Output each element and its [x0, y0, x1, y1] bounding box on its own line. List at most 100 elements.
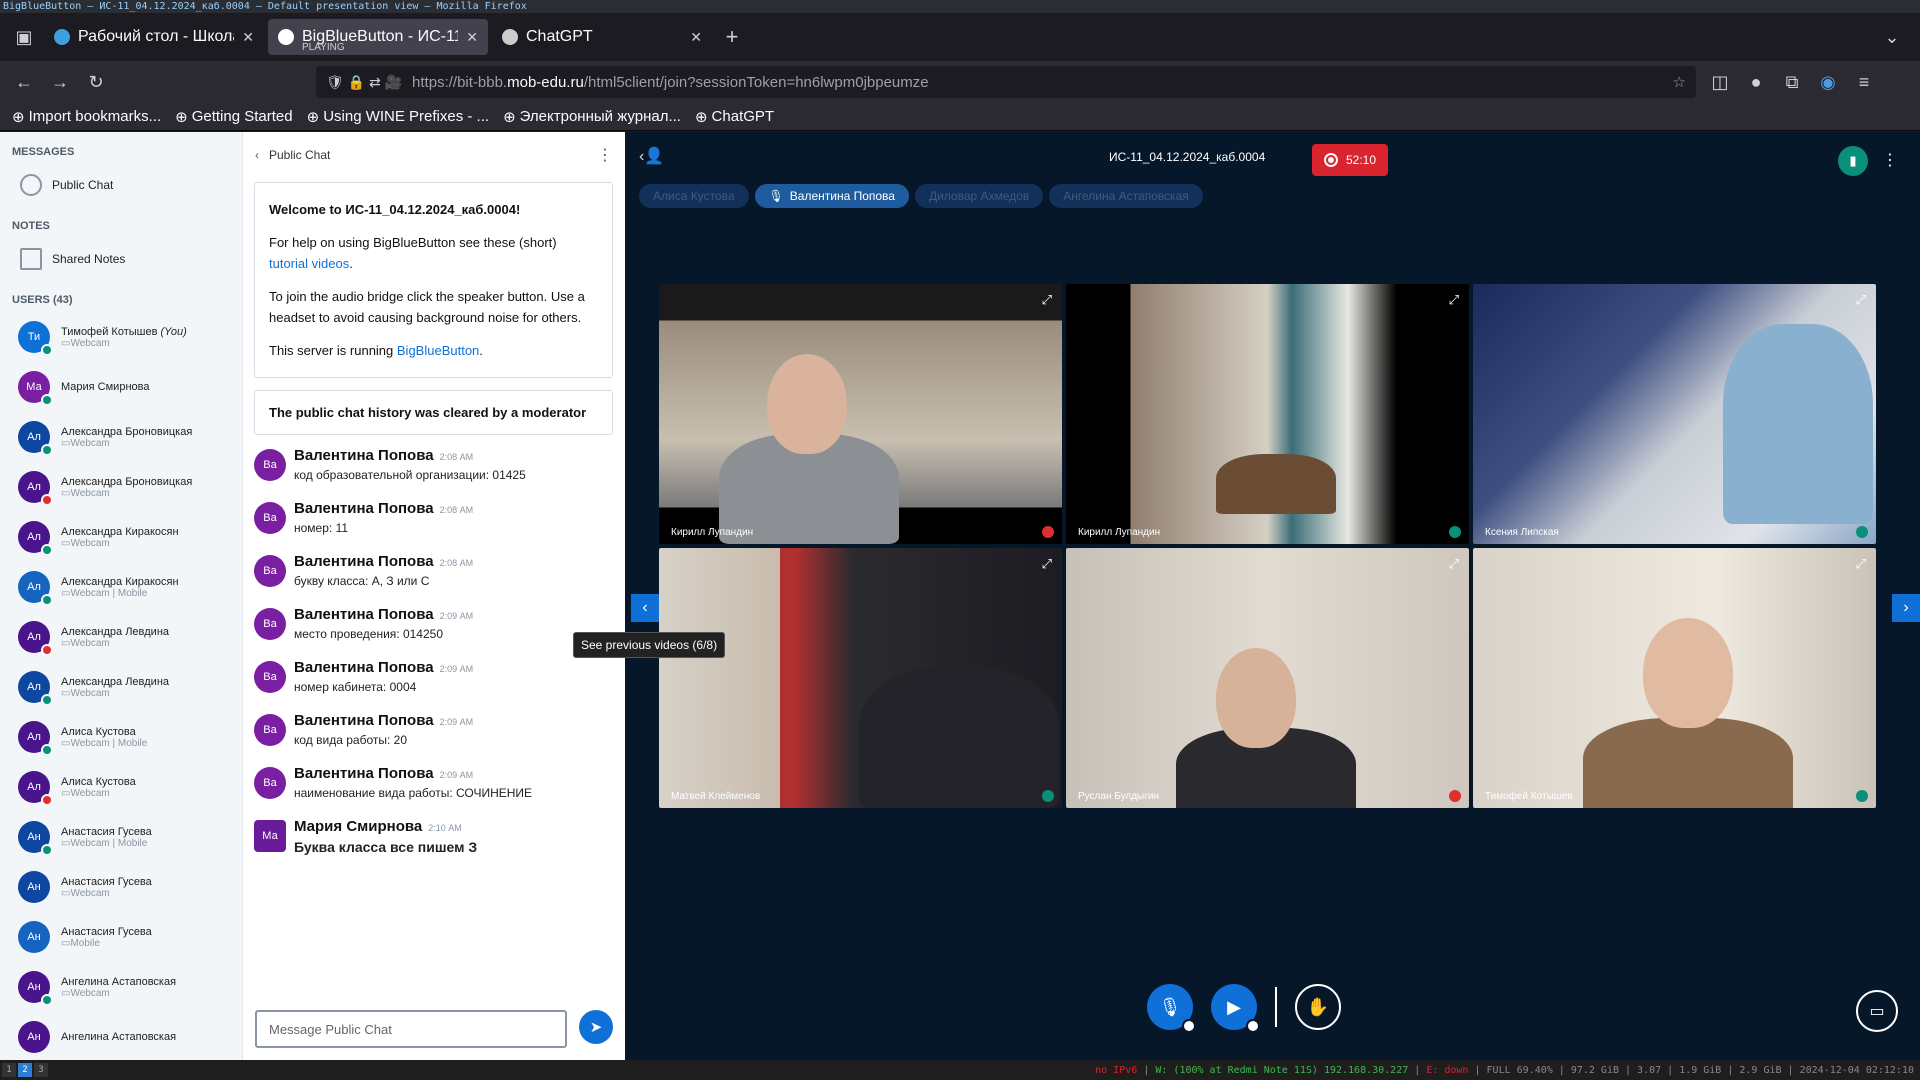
- user-list-item[interactable]: Ан Ангелина Астаповская ▭Webcam: [0, 962, 242, 1012]
- recording-indicator[interactable]: 52:10: [1312, 144, 1388, 176]
- browser-tab[interactable]: Рабочий стол - Школа Е ✕: [44, 19, 264, 55]
- user-list-item[interactable]: Ан Ангелина Астаповская: [0, 1012, 242, 1060]
- close-tab-icon[interactable]: ✕: [690, 29, 702, 46]
- back-icon[interactable]: ←: [8, 66, 40, 98]
- bookmark-item[interactable]: ⊕ ChatGPT: [695, 108, 774, 126]
- talker-pill[interactable]: Алиса Кустова: [639, 184, 749, 208]
- video-user-name[interactable]: Ксения Липская: [1485, 527, 1559, 538]
- video-tile[interactable]: ⤢ Матвей Клейменов: [659, 548, 1062, 808]
- url-security-icons[interactable]: 🛡 🔒 ⇄ 🎥: [326, 74, 402, 91]
- user-info: Александра Левдина ▭Webcam: [61, 626, 169, 649]
- chevron-left-icon[interactable]: ‹: [255, 148, 259, 162]
- video-tile[interactable]: ⤢ Кирилл Лупандин: [1066, 284, 1469, 544]
- tab-list-icon[interactable]: ▣: [8, 21, 40, 53]
- user-list-item[interactable]: Ал Александра Киракосян ▭Webcam: [0, 512, 242, 562]
- user-info: Анастасия Гусева ▭Webcam | Mobile: [61, 826, 152, 849]
- toggle-userlist-icon[interactable]: ‹👤: [639, 146, 664, 166]
- close-tab-icon[interactable]: ✕: [242, 29, 254, 46]
- fullscreen-icon[interactable]: ⤢: [1856, 556, 1866, 572]
- bookmark-item[interactable]: ⊕ Электронный журнал...: [503, 108, 681, 126]
- user-list-item[interactable]: Ал Александра Броновицкая ▭Webcam: [0, 412, 242, 462]
- fullscreen-icon[interactable]: ⤢: [1449, 556, 1459, 572]
- user-status-text: Webcam | Mobile: [70, 737, 148, 749]
- server-text: This server is running: [269, 343, 397, 358]
- fullscreen-icon[interactable]: ⤢: [1856, 292, 1866, 308]
- video-user-name[interactable]: Кирилл Лупандин: [671, 527, 753, 538]
- browser-tab[interactable]: ChatGPT ✕: [492, 19, 712, 55]
- avatar: Ал: [18, 471, 53, 506]
- camera-options-icon[interactable]: [1246, 1019, 1260, 1033]
- user-list-item[interactable]: Ал Александра Киракосян ▭Webcam | Mobile: [0, 562, 242, 612]
- next-videos-button[interactable]: ›: [1892, 594, 1920, 622]
- user-list-item[interactable]: Ал Алиса Кустова ▭Webcam: [0, 762, 242, 812]
- talker-pill[interactable]: Диловар Ахмедов: [914, 184, 1044, 208]
- chat-message: Ва Валентина Попова 2:08 AM номер: 11: [254, 500, 613, 541]
- forward-icon[interactable]: →: [44, 66, 76, 98]
- connection-status-icon[interactable]: ▮: [1838, 146, 1868, 176]
- shared-notes-item[interactable]: Shared Notes: [0, 238, 242, 280]
- user-info: Александра Киракосян ▭Webcam: [61, 526, 179, 549]
- camera-button[interactable]: ▶: [1211, 984, 1260, 1033]
- account-icon[interactable]: ●: [1740, 66, 1772, 98]
- video-user-name[interactable]: Руслан Булдыгин: [1078, 791, 1159, 802]
- new-tab-button[interactable]: +: [716, 21, 748, 53]
- video-tile[interactable]: ⤢ Кирилл Лупандин: [659, 284, 1062, 544]
- user-list-item[interactable]: Ал Алиса Кустова ▭Webcam | Mobile: [0, 712, 242, 762]
- user-list-item[interactable]: Ти Тимофей Котышев (You) ▭Webcam: [0, 312, 242, 362]
- extension-blue-icon[interactable]: ◉: [1812, 66, 1844, 98]
- fullscreen-icon[interactable]: ⤢: [1449, 292, 1459, 308]
- workspace-button[interactable]: 2: [18, 1063, 32, 1077]
- chat-message-input[interactable]: Message Public Chat: [255, 1010, 567, 1048]
- video-tile[interactable]: ⤢ Руслан Булдыгин: [1066, 548, 1469, 808]
- close-tab-icon[interactable]: ✕: [466, 29, 478, 46]
- user-list-item[interactable]: Ан Анастасия Гусева ▭Mobile: [0, 912, 242, 962]
- bookmark-item[interactable]: ⊕ Getting Started: [175, 108, 292, 126]
- reload-icon[interactable]: ↻: [80, 66, 112, 98]
- avatar: Ва: [254, 767, 286, 799]
- video-user-name[interactable]: Кирилл Лупандин: [1078, 527, 1160, 538]
- app-menu-icon[interactable]: ≡: [1848, 66, 1880, 98]
- options-menu-icon[interactable]: ⋮: [1882, 150, 1898, 170]
- avatar-initials: Ва: [263, 618, 277, 630]
- mic-options-icon[interactable]: [1182, 1019, 1196, 1033]
- video-tile[interactable]: ⤢ Тимофей Котышев: [1473, 548, 1876, 808]
- raise-hand-button[interactable]: ✋: [1295, 984, 1341, 1030]
- user-list-item[interactable]: Ма Мария Смирнова: [0, 362, 242, 412]
- avatar-initials: Ти: [27, 331, 41, 343]
- workspace-button[interactable]: 1: [2, 1063, 16, 1077]
- user-name-text: Анастасия Гусева: [61, 925, 152, 938]
- chat-options-icon[interactable]: ⋮: [597, 145, 613, 165]
- fullscreen-icon[interactable]: ⤢: [1042, 292, 1052, 308]
- video-tile[interactable]: ⤢ Ксения Липская: [1473, 284, 1876, 544]
- bookmark-item[interactable]: ⊕ Import bookmarks...: [12, 108, 161, 126]
- video-user-name[interactable]: Матвей Клейменов: [671, 791, 760, 802]
- microphone-button[interactable]: 🎙: [1147, 984, 1196, 1033]
- presentation-toggle-button[interactable]: ▭: [1856, 990, 1898, 1032]
- talker-pill[interactable]: 🎙 Валентина Попова: [754, 184, 909, 208]
- pocket-icon[interactable]: ◫: [1704, 66, 1736, 98]
- message-header: Валентина Попова 2:09 AM: [294, 712, 473, 729]
- bookmark-star-icon[interactable]: ☆: [1673, 73, 1686, 91]
- user-list-item[interactable]: Ал Александра Броновицкая ▭Webcam: [0, 462, 242, 512]
- bigbluebutton-link[interactable]: BigBlueButton: [397, 343, 479, 358]
- user-list-item[interactable]: Ан Анастасия Гусева ▭Webcam | Mobile: [0, 812, 242, 862]
- previous-videos-button[interactable]: ‹: [631, 594, 659, 622]
- talker-pill[interactable]: Ангелина Астаповская: [1049, 184, 1203, 208]
- bookmark-item[interactable]: ⊕ Using WINE Prefixes - ...: [307, 108, 489, 126]
- all-tabs-chevron-icon[interactable]: ⌄: [1876, 21, 1908, 53]
- ethernet-status: E: down: [1426, 1064, 1469, 1076]
- fullscreen-icon[interactable]: ⤢: [1042, 556, 1052, 572]
- extensions-icon[interactable]: ⧉: [1776, 66, 1808, 98]
- url-bar[interactable]: 🛡 🔒 ⇄ 🎥 https://bit-bbb. mob-edu.ru/html5…: [316, 66, 1696, 98]
- avatar: Ва: [254, 714, 286, 746]
- tutorial-link[interactable]: tutorial videos: [269, 256, 349, 271]
- public-chat-item[interactable]: Public Chat: [0, 164, 242, 206]
- avatar: Ал: [18, 721, 53, 756]
- workspace-button[interactable]: 3: [34, 1063, 48, 1077]
- send-message-button[interactable]: ➤: [579, 1010, 613, 1044]
- user-list-item[interactable]: Ал Александра Левдина ▭Webcam: [0, 662, 242, 712]
- user-list-item[interactable]: Ан Анастасия Гусева ▭Webcam: [0, 862, 242, 912]
- video-user-name[interactable]: Тимофей Котышев: [1485, 791, 1573, 802]
- user-list-item[interactable]: Ал Александра Левдина ▭Webcam: [0, 612, 242, 662]
- browser-tab[interactable]: BigBlueButton - ИС-11_0PLAYING✕: [268, 19, 488, 55]
